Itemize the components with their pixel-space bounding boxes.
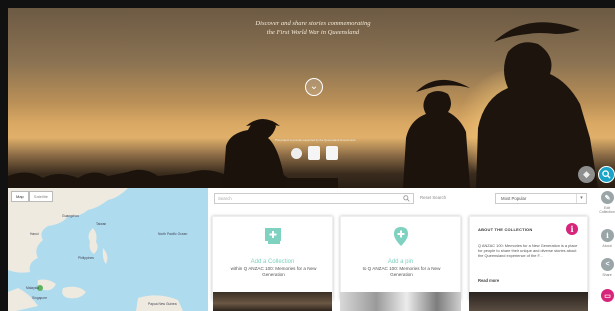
edit-collection-label: Edit Collection <box>599 206 615 214</box>
sort-value: Most Popular <box>501 196 527 201</box>
share-button[interactable]: < <box>601 258 614 271</box>
state-library-logo <box>308 146 320 160</box>
sponsor-logos <box>291 146 338 160</box>
government-credit: This project is proudly supported by the… <box>274 138 356 142</box>
share-label: Share <box>602 273 612 277</box>
collection-thumbnail[interactable] <box>340 292 461 311</box>
about-collection-card: ABOUT THE COLLECTION i Q ANZAC 100: Memo… <box>469 216 588 300</box>
queensland-government-logo <box>326 146 338 160</box>
tab-map[interactable]: Map <box>11 191 29 202</box>
hero-banner: Discover and share stories commemorating… <box>8 8 615 188</box>
add-pin-subtitle: to Q ANZAC 100: Memories for a New Gener… <box>362 266 441 277</box>
map-panel[interactable]: Map Satellite Taiwan Guangzhou Hanoi Phi… <box>8 188 208 311</box>
map-label: North Pacific Ocean <box>158 232 188 236</box>
info-icon: i <box>566 223 578 235</box>
right-action-sidebar: ✎ Edit Collection i About < Share ▭ <box>599 188 615 311</box>
collection-thumbnail[interactable] <box>213 292 332 311</box>
add-pin-icon <box>393 227 408 246</box>
read-more-link[interactable]: Read more <box>478 278 499 283</box>
share-icon: < <box>605 261 610 268</box>
scroll-down-button[interactable]: ⌄ <box>305 78 323 96</box>
about-button[interactable]: i <box>601 229 614 242</box>
tagline-line-2: the First World War in Queensland <box>266 29 360 36</box>
about-title: ABOUT THE COLLECTION <box>478 227 533 232</box>
map-label: Papua New Guinea <box>148 302 177 306</box>
map-label: Taiwan <box>96 222 107 226</box>
about-label: About <box>602 244 612 248</box>
search-placeholder: Search <box>218 196 232 201</box>
search-input[interactable]: Search <box>214 193 414 204</box>
collection-thumbnail[interactable] <box>469 292 588 311</box>
chevron-down-icon: ▾ <box>576 194 586 203</box>
add-pin-card[interactable]: Add a pin to Q ANZAC 100: Memories for a… <box>340 216 461 300</box>
map-label: Malaysia <box>26 286 40 290</box>
map-label: Philippines <box>78 256 94 260</box>
map-label: Singapore <box>32 296 48 300</box>
info-icon: i <box>606 231 609 240</box>
search-icon <box>602 170 611 179</box>
comment-icon: ▭ <box>604 292 611 300</box>
add-collection-subtitle: within Q ANZAC 100: Memories for a New G… <box>230 266 317 277</box>
add-collection-title: Add a Collection <box>250 259 295 265</box>
search-icon[interactable] <box>403 195 410 202</box>
map-label: Guangzhou <box>62 214 80 218</box>
tab-satellite[interactable]: Satellite <box>28 191 54 202</box>
chevron-down-icon: ⌄ <box>309 81 319 92</box>
pencil-icon: ✎ <box>604 194 611 202</box>
layers-button[interactable]: ◆ <box>578 166 595 183</box>
sort-select[interactable]: Most Popular ▾ <box>495 193 587 204</box>
search-icon <box>291 147 302 159</box>
add-collection-icon <box>264 228 281 244</box>
search-button[interactable] <box>598 166 615 183</box>
add-pin-title: Add a pin <box>387 259 414 265</box>
map-type-tabs: Map Satellite <box>11 191 54 202</box>
hero-tagline: Discover and share stories commemorating… <box>188 19 438 37</box>
reset-search-link[interactable]: Reset Search <box>420 195 446 200</box>
tagline-line-1: Discover and share stories commemorating <box>255 20 371 27</box>
map-landmass <box>8 188 183 311</box>
add-collection-card[interactable]: Add a Collection within Q ANZAC 100: Mem… <box>212 216 333 300</box>
edit-collection-button[interactable]: ✎ <box>601 191 614 204</box>
about-body: Q ANZAC 100: Memories for a New Generati… <box>478 243 578 259</box>
map-label: Hanoi <box>30 232 39 236</box>
comment-button[interactable]: ▭ <box>601 289 614 302</box>
layers-icon: ◆ <box>583 169 590 179</box>
